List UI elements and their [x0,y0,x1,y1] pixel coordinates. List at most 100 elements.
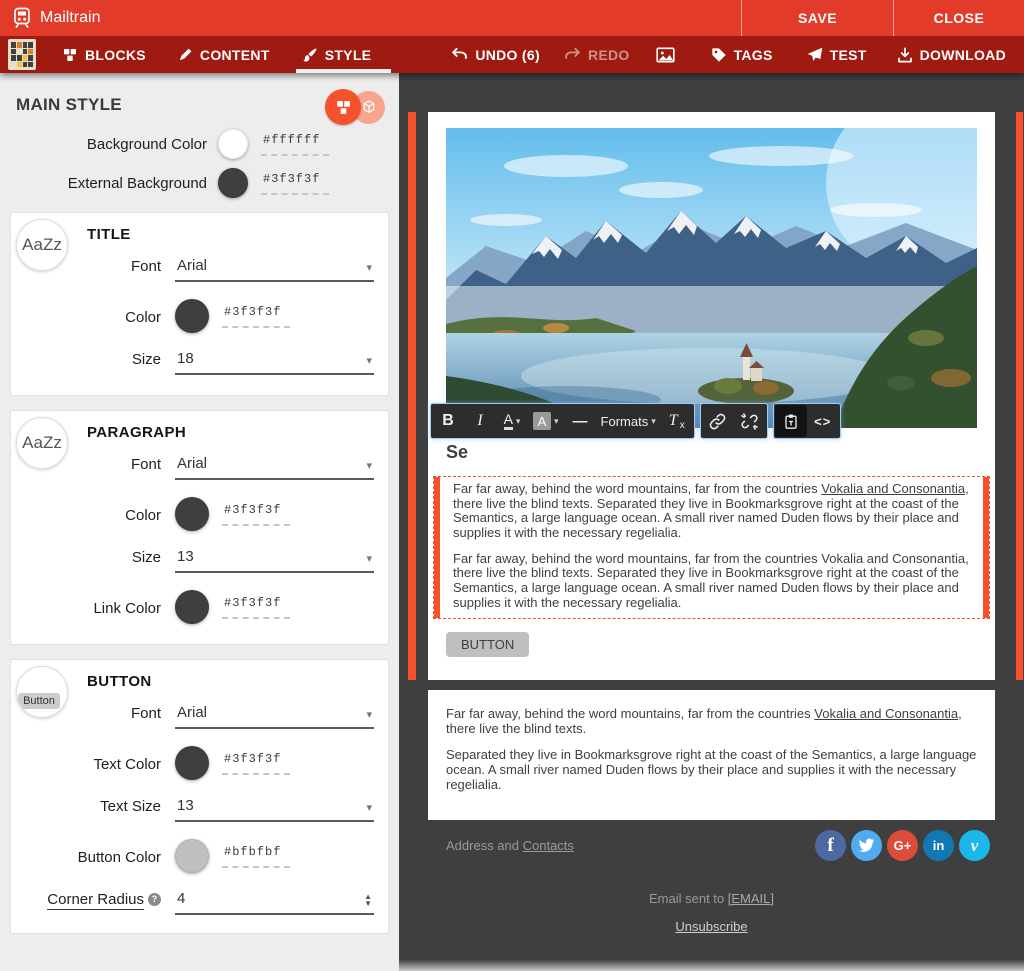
vokalia-link[interactable]: Vokalia and Consonantia [821,481,965,496]
chevron-down-icon: ▾ [366,261,372,274]
email-token-link[interactable]: [EMAIL] [728,891,774,906]
horizontal-rule-button[interactable]: — [564,405,596,437]
title-color-hex-input[interactable]: #3f3f3f [222,305,290,328]
italic-button[interactable]: I [464,405,496,437]
blocks-icon [335,99,352,116]
paragraph-link-color-hex-input[interactable]: #3f3f3f [222,596,290,619]
email-paragraph[interactable]: Separated they live in Bookmarksgrove ri… [446,748,977,792]
email-text-block[interactable]: Far far away, behind the word mountains,… [428,690,995,820]
corner-radius-input[interactable]: 4 ▲ ▼ [175,890,374,915]
block-selection-bar-right [1016,112,1023,680]
stepper-down-icon[interactable]: ▼ [364,901,372,907]
undo-icon [451,47,468,62]
contacts-link[interactable]: Contacts [523,838,574,853]
tab-content[interactable]: CONTENT [174,36,274,73]
paragraph-size-label: Size [25,549,175,573]
external-background-label: External Background [0,175,218,192]
title-size-label: Size [25,351,175,375]
active-tab-underline [296,69,392,73]
email-paragraph[interactable]: Far far away, behind the word mountains,… [453,482,977,541]
clear-formatting-button[interactable]: Tx [661,405,693,437]
external-background-hex-input[interactable]: #3f3f3f [261,172,329,195]
close-button[interactable]: CLOSE [893,0,1024,36]
background-color-row: Background Color #ffffff [0,129,383,159]
text-color-button[interactable]: A▾ [496,405,528,437]
chevron-down-icon: ▾ [554,416,559,427]
redo-button-disabled[interactable]: REDO [560,36,634,73]
paragraph-size-select[interactable]: 13 ▾ [175,548,374,573]
unsubscribe-line: Unsubscribe [428,919,995,934]
tags-button[interactable]: TAGS [707,36,777,73]
block-selection-bar-left [408,112,416,680]
test-button[interactable]: TEST [803,36,871,73]
email-button-sample[interactable]: BUTTON [446,632,529,657]
button-font-select[interactable]: Arial ▾ [175,704,374,729]
download-button[interactable]: DOWNLOAD [893,36,1010,73]
blocks-icon [62,47,78,63]
email-sent-line: Email sent to [EMAIL] [428,891,995,906]
background-color-button[interactable]: A▾ [528,405,564,437]
paragraph-link-color-swatch[interactable] [175,590,209,624]
help-icon[interactable]: ? [148,893,161,906]
train-icon [10,6,34,30]
topbar-actions: SAVE CLOSE [741,0,1024,36]
bold-button[interactable]: B [432,405,464,437]
blocks-view-button[interactable] [325,89,361,125]
email-paragraph[interactable]: Far far away, behind the word mountains,… [446,707,977,736]
source-code-button[interactable]: <> [807,405,839,437]
button-text-color-label: Text Color [25,756,175,780]
title-color-swatch[interactable] [175,299,209,333]
insert-link-button[interactable] [702,405,734,437]
button-card-heading: BUTTON [87,673,374,690]
paragraph-preview-badge: AaZz [16,417,68,469]
paragraph-color-label: Color [25,507,175,531]
title-card-heading: TITLE [87,226,374,243]
undo-button[interactable]: UNDO (6) [447,36,544,73]
paste-as-text-button[interactable] [775,405,807,437]
background-color-swatch[interactable] [218,129,248,159]
button-style-card: Button BUTTON Font Arial ▾ Text Color #3… [10,659,389,934]
google-plus-icon[interactable]: G+ [887,830,918,861]
clipboard-icon [783,413,799,430]
tab-style-active[interactable]: STYLE [298,36,376,73]
number-stepper[interactable]: ▲ ▼ [364,894,372,907]
paragraph-font-select[interactable]: Arial ▾ [175,455,374,480]
linkedin-icon[interactable]: in [923,830,954,861]
section-title-partial[interactable]: Se [446,442,977,466]
address-line: Address and Contacts [446,838,574,853]
button-text-size-select[interactable]: 13 ▾ [175,797,374,822]
twitter-icon[interactable] [851,830,882,861]
button-text-color-swatch[interactable] [175,746,209,780]
vokalia-link[interactable]: Vokalia and Consonantia [814,706,958,721]
unsubscribe-link[interactable]: Unsubscribe [675,919,747,934]
external-background-swatch[interactable] [218,168,248,198]
chevron-down-icon: ▾ [366,801,372,814]
chevron-down-icon: ▾ [516,416,521,427]
button-text-color-hex-input[interactable]: #3f3f3f [222,752,290,775]
gallery-button[interactable] [652,36,679,73]
paragraph-color-hex-input[interactable]: #3f3f3f [222,503,290,526]
formats-dropdown[interactable]: Formats▾ [596,405,661,437]
save-button[interactable]: SAVE [741,0,893,36]
email-main-block[interactable]: Se Far far away, behind the word mountai… [428,112,995,680]
tab-blocks[interactable]: BLOCKS [58,36,150,73]
chevron-down-icon: ▾ [366,708,372,721]
remove-link-button[interactable] [734,405,766,437]
image-icon [656,47,675,63]
app-brand: Mailtrain [0,6,100,30]
paragraph-color-swatch[interactable] [175,497,209,531]
background-color-hex-input[interactable]: #ffffff [261,133,329,156]
selected-text-block[interactable]: Far far away, behind the word mountains,… [433,476,990,619]
email-paragraph[interactable]: Far far away, behind the word mountains,… [453,552,977,611]
button-color-label: Button Color [25,849,175,873]
button-color-swatch[interactable] [175,839,209,873]
title-size-select[interactable]: 18 ▾ [175,350,374,375]
link-icon [709,413,726,430]
button-color-hex-input[interactable]: #bfbfbf [222,845,290,868]
tag-icon [711,47,727,63]
richtext-toolbar: B I A▾ A▾ — Formats▾ Tx [430,403,841,439]
facebook-icon[interactable]: f [815,830,846,861]
hero-lake-mountains-image[interactable] [446,128,977,428]
vimeo-icon[interactable]: v [959,830,990,861]
title-font-select[interactable]: Arial ▾ [175,257,374,282]
